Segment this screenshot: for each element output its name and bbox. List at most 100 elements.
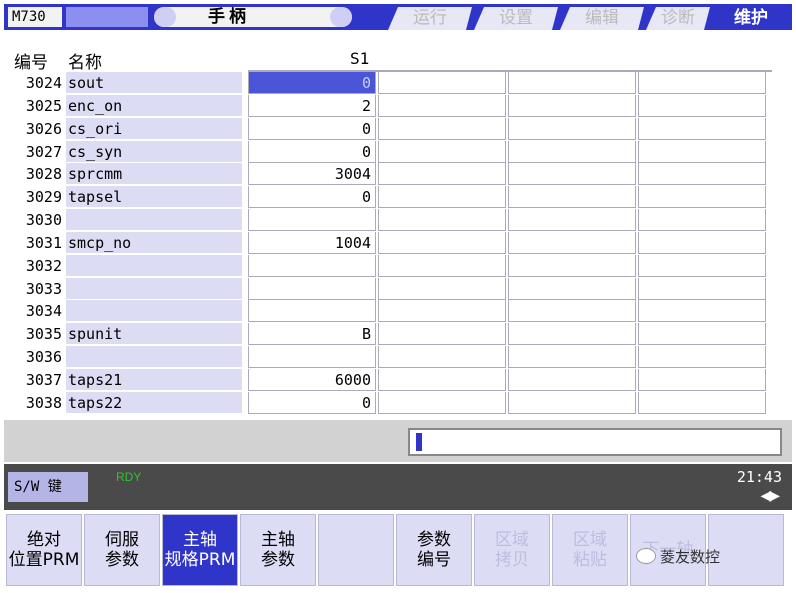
param-value-empty[interactable]: [378, 277, 506, 300]
param-value-s1[interactable]: 3004: [248, 163, 376, 186]
tab-diagnosis[interactable]: 诊断: [646, 7, 710, 30]
param-name: sprcmm: [66, 163, 242, 186]
status-bar: S/W 键 RDY 21:43 ◀▶: [4, 464, 792, 510]
param-value-empty[interactable]: [508, 186, 636, 209]
softkey-5[interactable]: [318, 514, 394, 586]
param-value-s1[interactable]: [248, 277, 376, 300]
softkey-7[interactable]: 区域 拷贝: [474, 514, 550, 586]
param-value-s1[interactable]: 2: [248, 94, 376, 117]
table-row: 3038 taps22 0: [14, 391, 774, 415]
param-value-empty[interactable]: [508, 72, 636, 94]
param-value-empty[interactable]: [378, 209, 506, 232]
param-value-empty[interactable]: [508, 391, 636, 414]
param-value-empty[interactable]: [638, 391, 766, 414]
param-value-empty[interactable]: [638, 209, 766, 232]
param-value-empty[interactable]: [378, 391, 506, 414]
param-value-empty[interactable]: [638, 277, 766, 300]
tab-edit[interactable]: 编辑: [560, 7, 644, 30]
param-value-empty[interactable]: [638, 323, 766, 346]
param-value-empty[interactable]: [508, 231, 636, 254]
param-value-empty[interactable]: [508, 300, 636, 323]
softkey-label-line1: 伺服: [105, 530, 139, 550]
param-value-empty[interactable]: [378, 94, 506, 117]
param-value-empty[interactable]: [378, 231, 506, 254]
param-value-empty[interactable]: [508, 323, 636, 346]
param-number: 3025: [25, 96, 62, 115]
param-value-empty[interactable]: [508, 117, 636, 140]
setting-input-field[interactable]: [408, 428, 782, 456]
param-value-s1[interactable]: 0: [248, 72, 376, 94]
param-value-empty[interactable]: [508, 368, 636, 391]
param-value-empty[interactable]: [378, 163, 506, 186]
softkey-4[interactable]: 主轴 参数: [240, 514, 316, 586]
ready-status: RDY: [116, 470, 142, 484]
param-value-empty[interactable]: [638, 186, 766, 209]
param-number: 3037: [25, 370, 62, 389]
param-value-empty[interactable]: [508, 254, 636, 277]
softkey-label-line1: 区域: [495, 530, 529, 550]
param-name: tapsel: [66, 186, 242, 209]
param-value-empty[interactable]: [508, 346, 636, 369]
param-value-empty[interactable]: [638, 300, 766, 323]
param-value-s1[interactable]: 0: [248, 391, 376, 414]
param-value-empty[interactable]: [638, 94, 766, 117]
table-row: 3037 taps21 6000: [14, 368, 774, 392]
param-value-empty[interactable]: [638, 117, 766, 140]
param-value-s1[interactable]: [248, 209, 376, 232]
param-number: 3030: [25, 211, 62, 230]
tab-run[interactable]: 运行: [388, 7, 472, 30]
column-header-s1: S1: [350, 49, 370, 68]
page-arrows-icon[interactable]: ◀▶: [760, 488, 779, 504]
param-value-s1[interactable]: 1004: [248, 231, 376, 254]
param-value-s1[interactable]: [248, 254, 376, 277]
softkey-label-line2: 拷贝: [495, 550, 529, 570]
param-value-empty[interactable]: [638, 346, 766, 369]
param-number: 3029: [25, 188, 62, 207]
param-value-empty[interactable]: [638, 140, 766, 163]
param-number: 3034: [25, 302, 62, 321]
table-row: 3029 tapsel 0: [14, 186, 774, 209]
param-name: [66, 209, 242, 232]
param-value-empty[interactable]: [378, 140, 506, 163]
param-value-s1[interactable]: [248, 346, 376, 369]
param-value-s1[interactable]: [248, 300, 376, 323]
param-name: taps22: [66, 391, 242, 414]
softkey-2[interactable]: 伺服 参数: [84, 514, 160, 586]
param-value-empty[interactable]: [638, 368, 766, 391]
param-value-empty[interactable]: [378, 368, 506, 391]
param-value-empty[interactable]: [378, 323, 506, 346]
param-value-empty[interactable]: [638, 163, 766, 186]
param-value-s1[interactable]: B: [248, 323, 376, 346]
param-value-s1[interactable]: 0: [248, 186, 376, 209]
softkey-8[interactable]: 区域 粘贴: [552, 514, 628, 586]
param-value-empty[interactable]: [378, 254, 506, 277]
tab-setup[interactable]: 设置: [474, 7, 558, 30]
param-value-empty[interactable]: [508, 209, 636, 232]
param-value-s1[interactable]: 0: [248, 117, 376, 140]
softkey-6[interactable]: 参数 编号: [396, 514, 472, 586]
param-value-empty[interactable]: [378, 72, 506, 94]
param-value-empty[interactable]: [638, 72, 766, 94]
param-value-empty[interactable]: [508, 163, 636, 186]
param-value-empty[interactable]: [378, 117, 506, 140]
param-value-empty[interactable]: [638, 231, 766, 254]
param-value-empty[interactable]: [508, 140, 636, 163]
param-value-empty[interactable]: [508, 277, 636, 300]
clock: 21:43: [736, 468, 782, 486]
param-value-empty[interactable]: [378, 186, 506, 209]
param-value-empty[interactable]: [378, 300, 506, 323]
tab-maintenance[interactable]: 维护: [712, 7, 790, 30]
table-row: 3030: [14, 209, 774, 232]
param-value-s1[interactable]: 0: [248, 140, 376, 163]
param-value-s1[interactable]: 6000: [248, 368, 376, 391]
param-value-empty[interactable]: [378, 346, 506, 369]
mode-slot: [66, 7, 148, 27]
column-header-number: 编号: [14, 53, 48, 73]
mode-left-cap: [154, 7, 176, 27]
softkey-1[interactable]: 绝对 位置PRM: [6, 514, 82, 586]
softkey-3[interactable]: 主轴 规格PRM: [162, 514, 238, 586]
mode-right-cap: [330, 7, 352, 27]
param-value-empty[interactable]: [638, 254, 766, 277]
mode-label: 手柄: [208, 7, 250, 27]
param-value-empty[interactable]: [508, 94, 636, 117]
